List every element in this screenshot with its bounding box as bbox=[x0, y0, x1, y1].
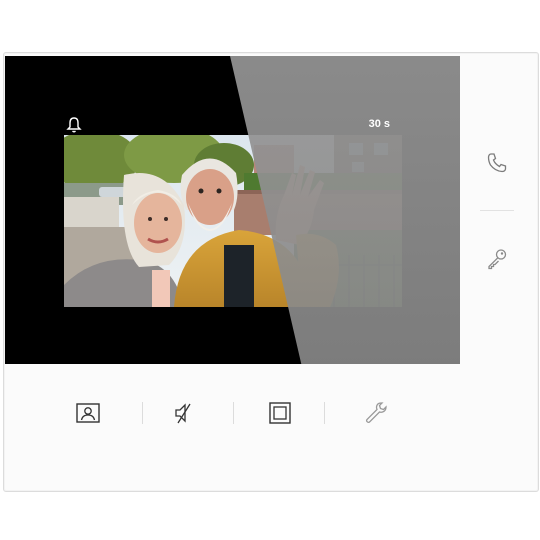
bell-icon bbox=[65, 116, 83, 134]
screen-button[interactable] bbox=[263, 396, 297, 430]
key-icon bbox=[488, 249, 507, 270]
bottom-divider bbox=[324, 402, 325, 424]
square-screen-icon bbox=[269, 402, 291, 424]
phone-icon bbox=[487, 153, 507, 173]
side-divider bbox=[480, 210, 514, 211]
speaker-mute-icon bbox=[175, 403, 191, 424]
answer-call-button[interactable] bbox=[480, 146, 514, 180]
contact-card-icon bbox=[76, 403, 100, 423]
bottom-divider bbox=[233, 402, 234, 424]
video-feed-image bbox=[64, 135, 402, 307]
video-feed bbox=[64, 135, 402, 307]
settings-button[interactable] bbox=[359, 396, 393, 430]
bottom-divider bbox=[142, 402, 143, 424]
door-open-button[interactable] bbox=[480, 242, 514, 276]
contacts-button[interactable] bbox=[71, 396, 105, 430]
call-timer: 30 s bbox=[368, 118, 390, 130]
mute-button[interactable] bbox=[166, 396, 200, 430]
wrench-icon bbox=[365, 402, 387, 424]
